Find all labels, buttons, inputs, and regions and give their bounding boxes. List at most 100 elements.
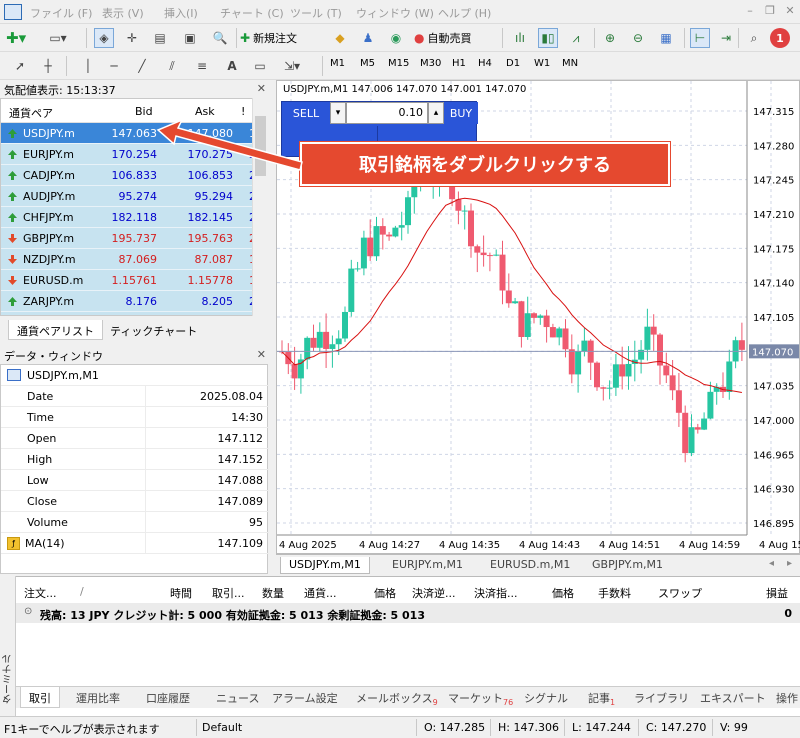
text-icon[interactable]: A: [222, 56, 242, 76]
restore-icon[interactable]: ❐: [762, 4, 778, 18]
zoom-in-icon[interactable]: ⊕: [600, 28, 620, 48]
trendline-icon[interactable]: ╱: [132, 56, 152, 76]
cursor-icon[interactable]: ➚: [10, 56, 30, 76]
timeframe-h1[interactable]: H1: [452, 58, 466, 69]
search-icon[interactable]: ⌕: [744, 28, 764, 48]
close-icon[interactable]: ✕: [257, 348, 266, 361]
tab-exposure[interactable]: 運用比率: [76, 690, 120, 706]
horizontal-line-icon[interactable]: ─: [104, 56, 124, 76]
tab-alerts[interactable]: アラーム設定: [272, 690, 338, 706]
column-price-current[interactable]: 価格: [552, 585, 574, 601]
autoscroll-icon[interactable]: ⊢: [690, 28, 710, 48]
tab-chart-gbpjpy[interactable]: GBPJPY.m,M1: [584, 557, 671, 574]
timeframe-h4[interactable]: H4: [478, 58, 492, 69]
tab-chart-eurusd[interactable]: EURUSD.m,M1: [482, 557, 578, 574]
menu-help[interactable]: ヘルプ (H): [438, 5, 491, 21]
strategy-tester-icon[interactable]: 🔍: [210, 28, 230, 48]
terminal-icon[interactable]: ▣: [180, 28, 200, 48]
tile-windows-icon[interactable]: ▦: [656, 28, 676, 48]
column-ask[interactable]: Ask: [195, 105, 215, 118]
market-watch-row[interactable]: USDSGD.m65.36165.44786: [1, 312, 267, 315]
column-spread[interactable]: !: [241, 105, 245, 118]
fibonacci-icon[interactable]: ≡: [192, 56, 212, 76]
equidistant-channel-icon[interactable]: ⫽: [162, 56, 182, 76]
auto-trading-button[interactable]: ● 自動売買: [414, 28, 471, 48]
menu-window[interactable]: ウィンドウ (W): [356, 5, 434, 21]
vertical-line-icon[interactable]: │: [78, 56, 98, 76]
tab-code-base[interactable]: ライブラリ: [634, 690, 689, 706]
close-icon[interactable]: ✕: [257, 82, 266, 95]
timeframe-w1[interactable]: W1: [534, 58, 550, 69]
tab-trade[interactable]: 取引: [20, 687, 60, 708]
menu-file[interactable]: ファイル (F): [30, 5, 92, 21]
tab-chart-usdjpy[interactable]: USDJPY.m,M1: [280, 557, 370, 574]
column-bid[interactable]: Bid: [135, 105, 153, 118]
notification-icon[interactable]: 1: [770, 28, 790, 48]
zoom-out-icon[interactable]: ⊖: [628, 28, 648, 48]
minimize-icon[interactable]: –: [742, 4, 758, 18]
community-icon[interactable]: ♟: [358, 28, 378, 48]
column-volume[interactable]: 数量: [262, 585, 284, 601]
column-profit[interactable]: 損益: [766, 585, 788, 601]
tab-mailbox[interactable]: メールボックス9: [356, 690, 438, 707]
navigator-icon[interactable]: ✛: [122, 28, 142, 48]
tab-news[interactable]: ニュース: [216, 690, 259, 706]
text-label-icon[interactable]: ▭: [250, 56, 270, 76]
tab-signals[interactable]: シグナル: [524, 690, 568, 706]
lot-decrease-icon[interactable]: ▾: [330, 102, 346, 124]
market-watch-icon[interactable]: ◈: [94, 28, 114, 48]
bar-chart-icon[interactable]: ılı: [510, 28, 530, 48]
tab-scroll-left-icon[interactable]: ◂: [769, 558, 774, 569]
column-price[interactable]: 価格: [374, 585, 396, 601]
signal-icon[interactable]: ◉: [386, 28, 406, 48]
column-swap[interactable]: スワップ: [658, 585, 702, 601]
market-watch-row[interactable]: CHFJPY.m182.118182.14527: [1, 207, 267, 228]
tab-chart-eurjpy[interactable]: EURJPY.m,M1: [384, 557, 471, 574]
menu-insert[interactable]: 挿入(I): [164, 5, 198, 21]
timeframe-m1[interactable]: M1: [330, 58, 345, 69]
timeframe-m5[interactable]: M5: [360, 58, 375, 69]
market-watch-row[interactable]: ZARJPY.m8.1768.20529: [1, 291, 267, 312]
line-chart-icon[interactable]: ⩘: [566, 28, 586, 48]
data-window-icon[interactable]: ▤: [150, 28, 170, 48]
tab-experts[interactable]: エキスパート: [700, 690, 766, 706]
column-symbol[interactable]: 通貨ペア: [9, 105, 53, 121]
timeframe-m30[interactable]: M30: [420, 58, 441, 69]
column-order[interactable]: 注文...: [24, 585, 57, 601]
market-watch-row[interactable]: AUDJPY.m95.27495.29420: [1, 186, 267, 207]
column-commission[interactable]: 手数料: [598, 585, 631, 601]
tab-journal[interactable]: 操作: [776, 690, 798, 706]
crosshair-icon[interactable]: ┼: [38, 56, 58, 76]
new-chart-icon[interactable]: ✚▾: [6, 28, 26, 48]
arrows-icon[interactable]: ⇲▾: [282, 56, 302, 76]
market-watch-row[interactable]: GBPJPY.m195.737195.76326: [1, 228, 267, 249]
column-type[interactable]: 取引...: [212, 585, 245, 601]
market-watch-row[interactable]: NZDJPY.m87.06987.08718: [1, 249, 267, 270]
close-icon[interactable]: ✕: [782, 4, 798, 18]
buy-button[interactable]: BUY: [444, 102, 478, 124]
timeframe-d1[interactable]: D1: [506, 58, 520, 69]
column-stop-loss[interactable]: 決済逆...: [412, 585, 456, 601]
tab-market[interactable]: マーケット76: [448, 690, 513, 707]
tab-articles[interactable]: 記事1: [588, 690, 615, 707]
menu-tools[interactable]: ツール (T): [290, 5, 342, 21]
column-symbol[interactable]: 通貨...: [304, 585, 337, 601]
tab-scroll-right-icon[interactable]: ▸: [787, 558, 792, 569]
lot-increase-icon[interactable]: ▴: [428, 102, 444, 124]
tab-tick-chart[interactable]: ティックチャート: [102, 320, 205, 340]
new-order-button[interactable]: ✚ 新規注文: [240, 28, 297, 48]
column-take-profit[interactable]: 決済指...: [474, 585, 518, 601]
menu-view[interactable]: 表示 (V): [102, 5, 144, 21]
tab-history[interactable]: 口座履歴: [146, 690, 190, 706]
lot-input[interactable]: 0.10: [346, 102, 428, 124]
tab-symbols[interactable]: 通貨ペアリスト: [8, 320, 103, 340]
profiles-icon[interactable]: ▭▾: [48, 28, 68, 48]
column-time[interactable]: 時間: [170, 585, 192, 601]
timeframe-mn[interactable]: MN: [562, 58, 578, 69]
market-watch-row[interactable]: EURUSD.m1.157611.1577817: [1, 270, 267, 291]
candlestick-icon[interactable]: ▮▯: [538, 28, 558, 48]
menu-chart[interactable]: チャート (C): [220, 5, 284, 21]
metaeditor-icon[interactable]: ◆: [330, 28, 350, 48]
chart-shift-icon[interactable]: ⇥: [716, 28, 736, 48]
timeframe-m15[interactable]: M15: [388, 58, 409, 69]
